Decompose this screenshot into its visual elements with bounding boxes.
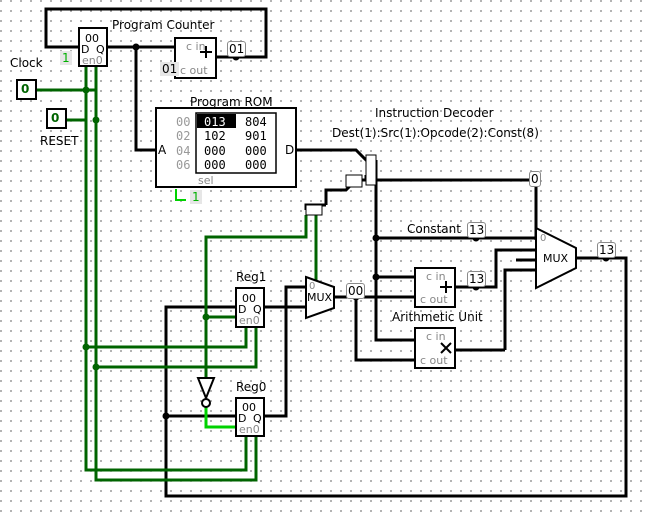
constant-probe: 13 [467,222,487,238]
mult-cout: c out [420,354,448,367]
rom-sel-pin: sel [198,174,214,187]
pc-en-pin: en0 [82,54,103,67]
pc-adder-probe: 01 [227,41,247,57]
reset-label: RESET [40,134,79,148]
rom-cell-2-0[interactable]: 000 [204,144,226,158]
reg1-label: Reg1 [236,270,267,284]
rom-addr-3: 06 [176,158,191,172]
rom-sel-const: 1 [190,190,202,204]
rom-data-wire [296,148,376,162]
rom-d-pin: D [285,143,295,157]
adder2-cout: c out [420,293,448,306]
adder-out-probe: 13 [467,271,487,287]
reg0-en-pin: en0 [239,423,260,436]
rom-cell-1-0[interactable]: 102 [204,129,226,143]
decoder-top-probe: 0 [529,171,541,187]
mult-out-wire [503,268,536,350]
program-counter-label: Program Counter [112,18,215,32]
reg0-label: Reg0 [236,380,267,394]
rom-cell-2-1[interactable]: 000 [245,144,267,158]
rom-cell-3-0[interactable]: 000 [204,158,226,172]
rom-cell-0-0[interactable]: 013 [204,115,226,129]
circuit-canvas[interactable]: Program Counter Program ROM Instruction … [0,0,650,517]
src-mux-probe: 00 [346,283,366,299]
reset-toggle[interactable]: 0 [51,111,59,125]
rom-cell-0-1[interactable]: 804 [245,115,267,129]
mux-out-probe: 13 [597,242,617,258]
src-mux-label: MUX [307,291,333,304]
rom-addr-2: 04 [176,144,191,158]
clock-toggle[interactable]: 0 [21,82,29,96]
rom-addr-1: 02 [176,129,191,143]
instruction-decoder-label: Instruction Decoder [375,106,494,120]
clock-label: Clock [10,56,43,70]
rom-a-pin: A [158,143,167,157]
arithmetic-unit-label: Arithmetic Unit [392,310,483,324]
rom-cell-3-1[interactable]: 000 [245,158,267,172]
rom-addr-0: 00 [176,115,191,129]
pc-adder-cout: c out [180,64,208,77]
reg1-en-pin: en0 [239,314,260,327]
constant-label: Constant [407,222,461,236]
out-mux-sel0: 0 [540,233,547,244]
out-mux-label: MUX [543,252,569,265]
program-rom-label: Program ROM [190,95,273,109]
pc-adder-const: 01 [160,62,180,76]
pc-enable-const: 1 [60,51,72,65]
rom-cell-1-1[interactable]: 901 [245,129,267,143]
instruction-format-label: Dest(1):Src(1):Opcode(2):Const(8) [332,126,539,140]
pc-to-rom-wire [134,47,156,152]
adder2-cin: c in [426,270,446,283]
mult-cin: c in [426,330,446,343]
pc-adder-cin: c in [186,40,206,53]
not-gate [196,377,216,401]
